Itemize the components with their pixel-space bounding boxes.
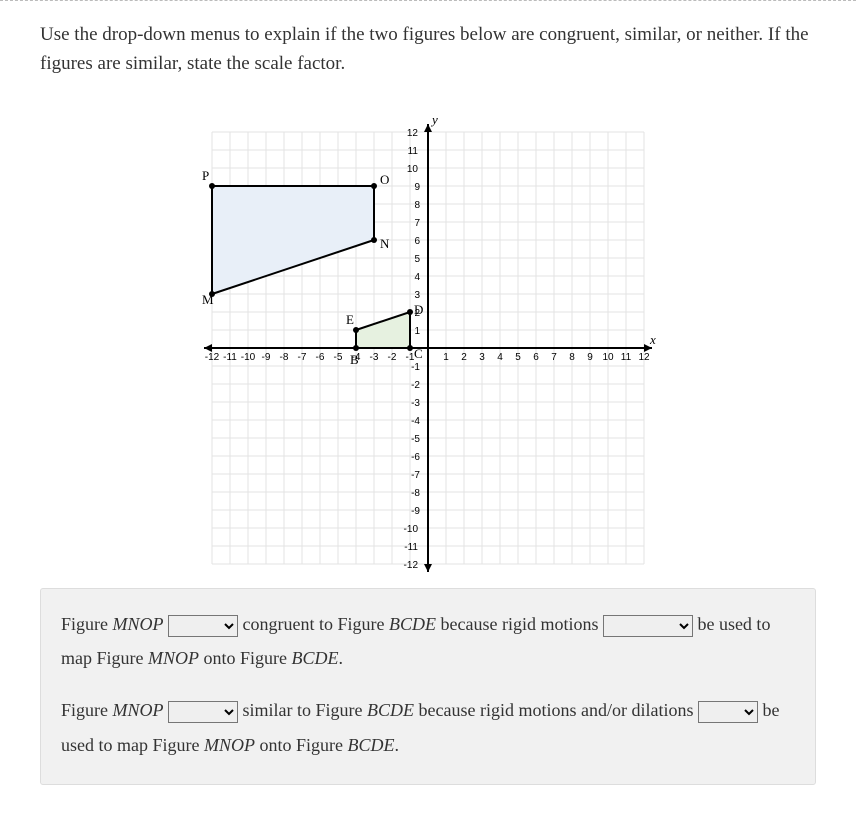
svg-text:7: 7 [414,218,420,229]
svg-text:-10: -10 [404,524,419,535]
svg-text:11: 11 [621,352,632,363]
graph-wrapper: M N O P B C D E [40,102,816,572]
svg-text:7: 7 [551,352,557,363]
svg-text:9: 9 [414,182,420,193]
svg-text:-6: -6 [411,452,420,463]
svg-text:M: M [202,292,214,307]
answer-line-2: Figure MNOP similar to Figure BCDE becau… [61,693,795,761]
dilations-can-dropdown[interactable] [698,701,758,723]
svg-text:-1: -1 [406,352,415,363]
svg-text:-8: -8 [411,488,420,499]
svg-text:2: 2 [414,308,420,319]
svg-text:6: 6 [414,236,420,247]
svg-text:-8: -8 [280,352,289,363]
similar-is-dropdown[interactable] [168,701,238,723]
svg-text:-10: -10 [241,352,256,363]
svg-text:5: 5 [515,352,521,363]
section-divider [0,0,856,1]
fig-mnop-label-2: MNOP [113,700,164,720]
svg-text:3: 3 [479,352,485,363]
fig-mnop-label: MNOP [113,614,164,634]
rigid-motions-can-dropdown[interactable] [603,615,693,637]
svg-text:x: x [649,332,656,347]
svg-text:4: 4 [414,272,420,283]
svg-text:-5: -5 [411,434,420,445]
svg-text:-4: -4 [411,416,420,427]
svg-text:P: P [202,168,209,183]
svg-text:-7: -7 [411,470,420,481]
svg-text:-2: -2 [411,380,420,391]
svg-text:-3: -3 [370,352,379,363]
svg-text:E: E [346,312,354,327]
svg-text:N: N [380,236,390,251]
svg-text:-12: -12 [404,560,419,571]
svg-text:12: 12 [638,352,650,363]
prompt-text: Use the drop-down menus to explain if th… [40,24,809,74]
svg-text:-12: -12 [205,352,220,363]
svg-text:-1: -1 [411,362,420,373]
svg-text:2: 2 [461,352,467,363]
question-prompt: Use the drop-down menus to explain if th… [40,21,816,78]
svg-text:-7: -7 [298,352,307,363]
svg-text:y: y [430,112,438,127]
svg-text:-3: -3 [411,398,420,409]
svg-text:-9: -9 [411,506,420,517]
svg-text:8: 8 [414,200,420,211]
answer-line-1: Figure MNOP congruent to Figure BCDE bec… [61,607,795,675]
svg-text:-5: -5 [334,352,343,363]
svg-text:8: 8 [569,352,575,363]
fig-bcde-label-2: BCDE [367,700,414,720]
svg-text:-4: -4 [352,352,361,363]
svg-text:10: 10 [602,352,614,363]
svg-text:-9: -9 [262,352,271,363]
answer-panel: Figure MNOP congruent to Figure BCDE bec… [40,588,816,785]
svg-text:1: 1 [414,326,420,337]
svg-text:1: 1 [443,352,449,363]
svg-text:9: 9 [587,352,593,363]
svg-text:6: 6 [533,352,539,363]
svg-text:12: 12 [407,128,419,139]
svg-text:O: O [380,172,389,187]
svg-text:10: 10 [407,164,419,175]
svg-text:11: 11 [408,146,419,157]
question-container: Use the drop-down menus to explain if th… [0,21,856,805]
svg-text:-2: -2 [388,352,397,363]
svg-text:-11: -11 [223,352,237,363]
coordinate-graph: M N O P B C D E [198,102,658,572]
svg-text:5: 5 [414,254,420,265]
fig-bcde-label: BCDE [389,614,436,634]
svg-text:-11: -11 [404,542,418,553]
svg-text:3: 3 [414,290,420,301]
svg-text:4: 4 [497,352,503,363]
congruent-is-dropdown[interactable] [168,615,238,637]
svg-text:-6: -6 [316,352,325,363]
